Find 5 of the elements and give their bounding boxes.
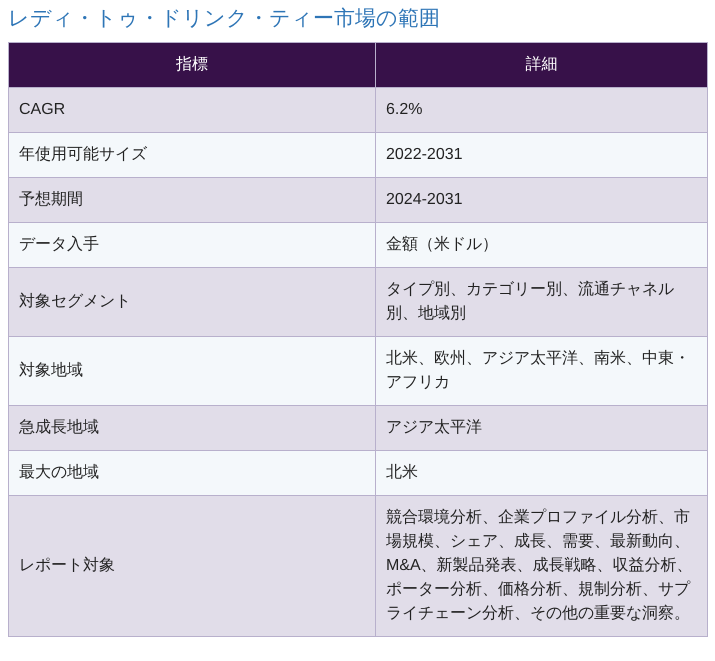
table-cell: レポート対象 (8, 496, 376, 636)
column-header: 詳細 (376, 42, 708, 88)
table-cell: 競合環境分析、企業プロファイル分析、市場規模、シェア、成長、需要、最新動向、M&A、新製品発表、成長戦略、収益分析、ポーター分析、価格分析、規制分析、サプライチェーン分析、その他の重要な洞察。 (376, 496, 708, 636)
page-title: レディ・トゥ・ドリンク・ティー市場の範囲 (8, 6, 441, 32)
column-header: 指標 (8, 42, 376, 88)
